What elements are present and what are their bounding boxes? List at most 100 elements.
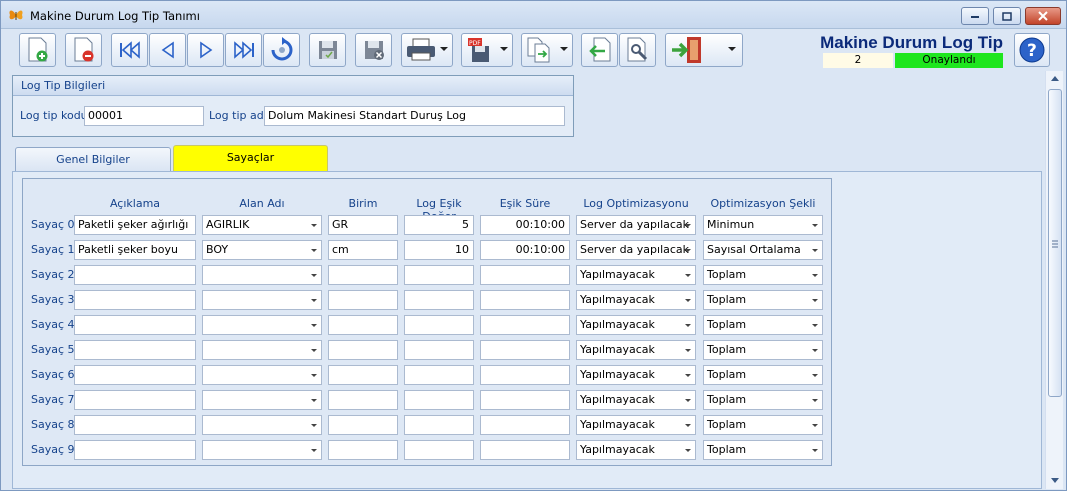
threshold-input[interactable] — [404, 265, 474, 285]
counter-row-label: Sayaç 6 — [31, 368, 75, 381]
optimization-mode-dropdown[interactable]: Toplam — [703, 290, 823, 310]
new-record-button[interactable] — [19, 33, 56, 67]
optimization-mode-dropdown[interactable]: Toplam — [703, 415, 823, 435]
description-input[interactable] — [74, 415, 196, 435]
threshold-time-input[interactable]: 00:10:00 — [480, 240, 570, 260]
last-record-button[interactable] — [225, 33, 262, 67]
optimization-mode-dropdown[interactable]: Toplam — [703, 340, 823, 360]
threshold-input[interactable] — [404, 415, 474, 435]
scrollbar-thumb[interactable] — [1048, 89, 1062, 397]
unit-input[interactable] — [328, 415, 398, 435]
unit-input[interactable]: cm — [328, 240, 398, 260]
close-button[interactable] — [1025, 7, 1061, 25]
field-name-dropdown[interactable] — [202, 290, 322, 310]
vertical-scrollbar[interactable] — [1045, 71, 1063, 489]
field-name-dropdown[interactable] — [202, 340, 322, 360]
log-optimization-dropdown[interactable]: Yapılmayacak — [576, 415, 696, 435]
optimization-mode-dropdown[interactable]: Toplam — [703, 265, 823, 285]
import-button[interactable] — [581, 33, 618, 67]
scroll-down-arrow-icon[interactable] — [1051, 478, 1059, 483]
log-optimization-dropdown[interactable]: Yapılmayacak — [576, 440, 696, 460]
log-optimization-dropdown[interactable]: Yapılmayacak — [576, 290, 696, 310]
description-input[interactable] — [74, 265, 196, 285]
threshold-input[interactable]: 5 — [404, 215, 474, 235]
log-optimization-dropdown[interactable]: Yapılmayacak — [576, 340, 696, 360]
cancel-save-button[interactable] — [355, 33, 392, 67]
threshold-time-input[interactable] — [480, 315, 570, 335]
chevron-down-icon — [812, 399, 818, 402]
field-name-dropdown[interactable] — [202, 390, 322, 410]
unit-input[interactable] — [328, 365, 398, 385]
threshold-input[interactable]: 10 — [404, 240, 474, 260]
log-type-code-input[interactable]: 00001 — [84, 106, 204, 126]
threshold-time-input[interactable]: 00:10:00 — [480, 215, 570, 235]
optimization-mode-dropdown[interactable]: Minimun — [703, 215, 823, 235]
delete-record-button[interactable] — [65, 33, 102, 67]
unit-input[interactable] — [328, 440, 398, 460]
optimization-mode-dropdown[interactable]: Toplam — [703, 390, 823, 410]
threshold-input[interactable] — [404, 315, 474, 335]
threshold-time-input[interactable] — [480, 440, 570, 460]
field-name-dropdown[interactable] — [202, 265, 322, 285]
description-input[interactable] — [74, 290, 196, 310]
prev-record-button[interactable] — [149, 33, 186, 67]
field-name-dropdown[interactable] — [202, 315, 322, 335]
optimization-mode-dropdown[interactable]: Sayısal Ortalama — [703, 240, 823, 260]
field-name-dropdown[interactable] — [202, 415, 322, 435]
threshold-input[interactable] — [404, 440, 474, 460]
description-input[interactable] — [74, 340, 196, 360]
threshold-time-input[interactable] — [480, 340, 570, 360]
threshold-time-input[interactable] — [480, 265, 570, 285]
copy-button[interactable] — [521, 33, 573, 67]
log-optimization-dropdown[interactable]: Yapılmayacak — [576, 315, 696, 335]
field-name-dropdown[interactable]: AGIRLIK — [202, 215, 322, 235]
threshold-input[interactable] — [404, 365, 474, 385]
export-pdf-button[interactable]: PDF — [461, 33, 513, 67]
description-input[interactable] — [74, 440, 196, 460]
field-name-dropdown[interactable] — [202, 440, 322, 460]
threshold-input[interactable] — [404, 290, 474, 310]
optimization-mode-dropdown[interactable]: Toplam — [703, 365, 823, 385]
field-name-dropdown[interactable]: BOY — [202, 240, 322, 260]
help-button[interactable]: ? — [1014, 33, 1050, 67]
refresh-button[interactable] — [263, 33, 300, 67]
unit-input[interactable] — [328, 265, 398, 285]
unit-input[interactable] — [328, 315, 398, 335]
threshold-input[interactable] — [404, 340, 474, 360]
log-optimization-dropdown[interactable]: Yapılmayacak — [576, 365, 696, 385]
description-input[interactable]: Paketli şeker ağırlığı — [74, 215, 196, 235]
unit-input[interactable] — [328, 290, 398, 310]
description-input[interactable] — [74, 365, 196, 385]
print-button[interactable] — [401, 33, 453, 67]
threshold-time-input[interactable] — [480, 415, 570, 435]
field-name-dropdown[interactable] — [202, 365, 322, 385]
optimization-mode-dropdown[interactable]: Toplam — [703, 440, 823, 460]
unit-input[interactable] — [328, 340, 398, 360]
tab-genel-bilgiler[interactable]: Genel Bilgiler — [15, 147, 171, 172]
log-type-name-input[interactable]: Dolum Makinesi Standart Duruş Log — [264, 106, 565, 126]
save-button[interactable] — [309, 33, 346, 67]
exit-button[interactable] — [665, 33, 743, 67]
log-optimization-dropdown[interactable]: Server da yapılacak — [576, 240, 696, 260]
unit-input[interactable]: GR — [328, 215, 398, 235]
tab-sayaclar[interactable]: Sayaçlar — [173, 145, 328, 171]
threshold-time-input[interactable] — [480, 365, 570, 385]
description-input[interactable]: Paketli şeker boyu — [74, 240, 196, 260]
threshold-time-input[interactable] — [480, 290, 570, 310]
description-input[interactable] — [74, 390, 196, 410]
threshold-time-input[interactable] — [480, 390, 570, 410]
settings-button[interactable] — [619, 33, 656, 67]
maximize-button[interactable] — [993, 7, 1021, 25]
log-optimization-dropdown[interactable]: Yapılmayacak — [576, 390, 696, 410]
optimization-mode-dropdown[interactable]: Toplam — [703, 315, 823, 335]
first-record-button[interactable] — [111, 33, 148, 67]
threshold-input[interactable] — [404, 390, 474, 410]
next-record-button[interactable] — [187, 33, 224, 67]
unit-input[interactable] — [328, 390, 398, 410]
log-optimization-dropdown[interactable]: Yapılmayacak — [576, 265, 696, 285]
scroll-up-arrow-icon[interactable] — [1051, 76, 1059, 81]
log-optimization-dropdown[interactable]: Server da yapılacak — [576, 215, 696, 235]
minimize-button[interactable] — [961, 7, 989, 25]
description-input[interactable] — [74, 315, 196, 335]
field-name-value: BOY — [206, 243, 229, 256]
